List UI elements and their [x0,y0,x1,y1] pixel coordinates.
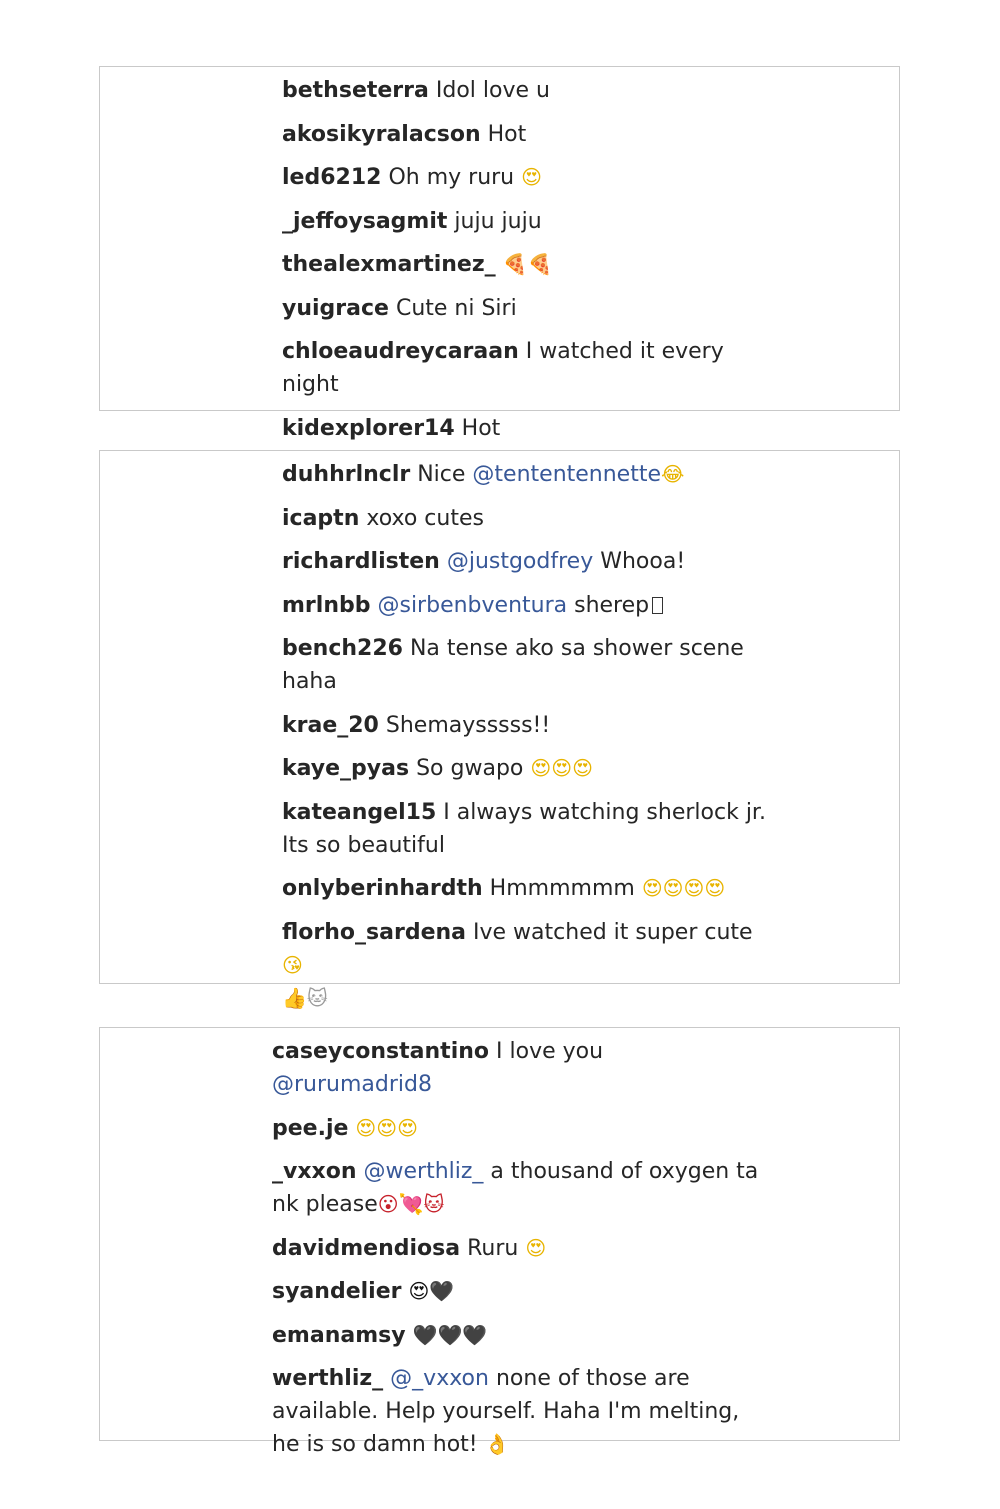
comment-username[interactable]: kateangel15 [282,800,436,825]
missing-glyph-icon [652,596,664,614]
comment-text: Nice [417,462,466,487]
comment-username[interactable]: emanamsy [272,1323,406,1348]
mention-link[interactable]: @werthliz_ [364,1159,484,1184]
surprised-heart-cat-emoji-icon: 😮💘🐱 [377,1192,445,1216]
comment-item: duhhrlnclr Nice @tententennette😂 [282,458,767,491]
comment-list: bethseterra Idol love u akosikyralacson … [282,74,782,455]
comment-item: led6212 Oh my ruru 😍 [282,161,782,194]
ok-hand-emoji-icon: 👌 [484,1432,510,1456]
comment-text: xoxo cutes [366,505,484,531]
heart-eyes-emoji-icon: 😍 [525,1235,547,1260]
laughing-emoji-icon: 😂 [661,462,685,486]
comment-username[interactable]: _jeffoysagmit [282,209,447,234]
comment-username[interactable]: thealexmartinez_ [282,252,496,277]
comment-username[interactable]: akosikyralacson [282,122,481,147]
comment-item: chloeaudreycaraan I watched it every nig… [282,335,782,401]
comment-username[interactable]: bench226 [282,636,403,661]
mention-link[interactable]: @_vxxon [390,1366,489,1391]
heart-eyes-emoji-icon: 😍😍😍 [530,756,593,780]
comment-item: emanamsy 🖤🖤🖤 [272,1319,767,1352]
comment-item: werthliz_ @_vxxon none of those are avai… [272,1362,767,1461]
comment-text: Ive watched it super cute [473,919,753,945]
comment-username[interactable]: icaptn [282,506,359,531]
comment-item: mrlnbb @sirbenbventura sherep [282,589,767,622]
mention-link[interactable]: @justgodfrey [447,549,593,574]
mention-link[interactable]: @sirbenbventura [377,593,567,618]
comment-item: thealexmartinez_ 🍕🍕 [282,248,782,281]
heart-eyes-emoji-icon: 😍😍😍😍 [641,876,726,900]
comment-item: onlyberinhardth Hmmmmmm 😍😍😍😍 [282,872,767,905]
comment-item: akosikyralacson Hot [282,118,782,151]
comment-text: Hmmmmmm [489,876,635,901]
comment-username[interactable]: florho_sardena [282,920,466,945]
comment-item: richardlisten @justgodfrey Whooa! [282,545,767,578]
thumbs-up-cat-emoji-icon: 👍🐱 [282,985,328,1010]
comment-username[interactable]: davidmendiosa [272,1236,460,1261]
comments-panel-2: duhhrlnclr Nice @tententennette😂 icaptn … [99,450,900,1010]
comment-text: Idol love u [435,78,550,103]
comment-item: _jeffoysagmit juju juju [282,205,782,238]
comment-item: kaye_pyas So gwapo 😍😍😍 [282,752,767,785]
comment-text: Hot [461,415,501,441]
comment-username[interactable]: _vxxon [272,1159,357,1184]
comment-text: Cute ni Siri [395,295,517,321]
comment-username[interactable]: bethseterra [282,78,429,103]
comment-item: krae_20 Shemaysssss!! [282,709,767,742]
heart-eyes-black-heart-emoji-icon: 😍🖤 [408,1279,455,1303]
comment-item: kateangel15 I always watching sherlock j… [282,796,767,862]
comment-list: duhhrlnclr Nice @tententennette😂 icaptn … [282,458,767,1025]
comment-username[interactable]: krae_20 [282,713,379,738]
comment-username[interactable]: yuigrace [282,296,389,321]
comment-item: davidmendiosa Ruru 😍 [272,1232,767,1265]
comment-text: So gwapo [416,756,524,781]
comment-item: florho_sardena Ive watched it super cute… [282,916,767,1015]
comments-panel-1: bethseterra Idol love u akosikyralacson … [99,66,900,441]
comment-item: kidexplorer14 Hot [282,412,782,445]
comment-text: juju juju [454,208,542,234]
comment-item: bench226 Na tense ako sa shower scene ha… [282,632,767,698]
comment-item: icaptn xoxo cutes [282,502,767,535]
comment-text: Hot [487,121,527,147]
heart-eyes-emoji-icon: 😍 [521,165,542,189]
comment-item: bethseterra Idol love u [282,74,782,107]
black-heart-emoji-icon: 🖤🖤🖤 [412,1322,488,1347]
kiss-emoji-icon: 😘 [282,952,303,977]
comment-item: syandelier 😍🖤 [272,1275,767,1308]
comment-username[interactable]: richardlisten [282,549,440,574]
comment-username[interactable]: kidexplorer14 [282,416,455,441]
comment-username[interactable]: mrlnbb [282,593,370,618]
heart-eyes-emoji-icon: 😍😍😍 [355,1115,418,1140]
comment-text: Shemaysssss!! [385,712,551,738]
comment-text: Whooa! [600,549,686,574]
comment-text: Oh my ruru [388,165,515,190]
comment-username[interactable]: syandelier [272,1279,401,1304]
comment-item: yuigrace Cute ni Siri [282,292,782,325]
comment-username[interactable]: werthliz_ [272,1366,383,1391]
comment-username[interactable]: led6212 [282,165,381,190]
comment-item: caseyconstantino I love you @rurumadrid8 [272,1035,767,1101]
mention-link[interactable]: @tententennette [472,462,661,487]
comment-username[interactable]: caseyconstantino [272,1039,489,1064]
pizza-emoji-icon: 🍕🍕 [502,252,553,276]
comment-list: caseyconstantino I love you @rurumadrid8… [272,1035,767,1472]
mention-link[interactable]: @rurumadrid8 [272,1072,432,1097]
comment-item: pee.je 😍😍😍 [272,1112,767,1145]
comment-text: sherep [574,592,650,618]
comment-username[interactable]: onlyberinhardth [282,876,483,901]
comment-text: I love you [496,1039,604,1064]
comment-item: _vxxon @werthliz_ a thousand of oxygen t… [272,1155,767,1221]
comment-username[interactable]: pee.je [272,1116,348,1141]
comment-username[interactable]: chloeaudreycaraan [282,339,519,364]
comment-text: Ruru [467,1235,519,1261]
comments-panel-3: caseyconstantino I love you @rurumadrid8… [99,1027,900,1457]
comment-username[interactable]: duhhrlnclr [282,462,410,487]
comment-username[interactable]: kaye_pyas [282,756,409,781]
